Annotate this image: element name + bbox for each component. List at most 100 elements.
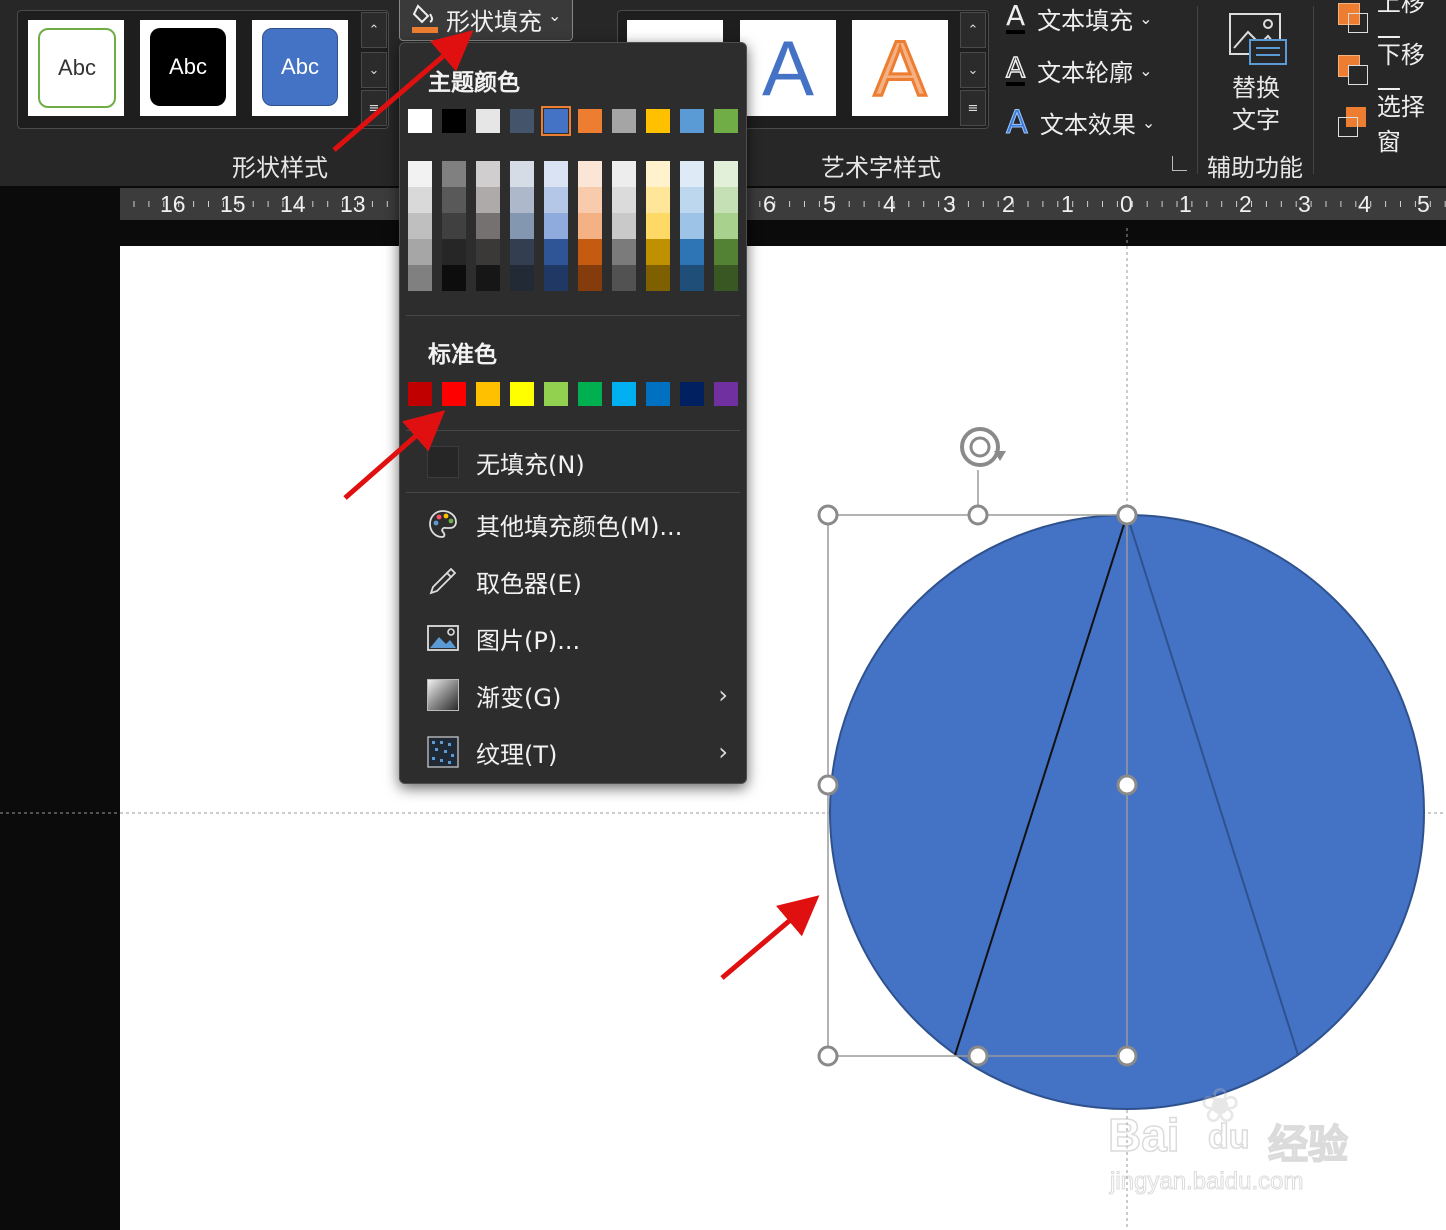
standard-color-swatch[interactable] — [476, 382, 500, 406]
theme-shade-swatch[interactable] — [510, 213, 534, 239]
theme-shade-swatch[interactable] — [680, 213, 704, 239]
gallery-down-button[interactable]: ⌄ — [361, 52, 387, 88]
standard-color-swatch[interactable] — [408, 382, 432, 406]
shape-fill-button[interactable]: 形状填充 ⌄ — [399, 0, 573, 41]
texture-label: 纹理(T) — [476, 740, 558, 769]
theme-shade-swatch[interactable] — [646, 187, 670, 213]
theme-color-swatch[interactable] — [612, 109, 636, 133]
theme-shade-swatch[interactable] — [578, 187, 602, 213]
theme-color-swatch[interactable] — [408, 109, 432, 133]
standard-color-swatch[interactable] — [544, 382, 568, 406]
theme-shade-swatch[interactable] — [476, 265, 500, 291]
text-fill-button[interactable]: A 文本填充 ⌄ — [1006, 0, 1153, 36]
theme-shade-swatch[interactable] — [476, 239, 500, 265]
theme-shade-swatch[interactable] — [714, 161, 738, 187]
wordart-more-button[interactable]: ≡ — [960, 90, 986, 126]
shape-style-label: Abc — [38, 28, 116, 108]
gradient-item[interactable]: 渐变(G) › — [400, 670, 746, 720]
theme-shade-swatch[interactable] — [578, 239, 602, 265]
theme-shade-swatch[interactable] — [646, 161, 670, 187]
theme-shade-swatch[interactable] — [408, 239, 432, 265]
theme-color-swatch[interactable] — [714, 109, 738, 133]
theme-shade-swatch[interactable] — [578, 161, 602, 187]
text-effects-button[interactable]: A 文本效果 ⌄ — [1006, 104, 1156, 140]
shape-style-tile-2[interactable]: Abc — [140, 20, 236, 116]
selection-pane-button[interactable]: 选择窗 — [1338, 93, 1446, 156]
shape-style-tile-3[interactable]: Abc — [252, 20, 348, 116]
text-outline-button[interactable]: A 文本轮廓 ⌄ — [1005, 52, 1152, 88]
accessibility-group-label: 辅助功能 — [1207, 154, 1303, 182]
theme-shade-swatch[interactable] — [680, 239, 704, 265]
alt-text-button[interactable]: 替换 文字 — [1214, 6, 1302, 134]
theme-shade-swatch[interactable] — [442, 213, 466, 239]
more-fill-colors-item[interactable]: 其他填充颜色(M)... — [400, 499, 746, 549]
theme-shade-swatch[interactable] — [442, 265, 466, 291]
send-backward-button[interactable]: 下移一 — [1338, 41, 1446, 104]
theme-shade-swatch[interactable] — [578, 265, 602, 291]
standard-color-swatch[interactable] — [646, 382, 670, 406]
wordart-tile-2[interactable]: A — [740, 20, 836, 116]
standard-color-swatch[interactable] — [680, 382, 704, 406]
theme-shade-swatch[interactable] — [544, 187, 568, 213]
theme-shade-swatch[interactable] — [544, 239, 568, 265]
theme-shade-swatch[interactable] — [646, 213, 670, 239]
theme-shade-swatch[interactable] — [476, 187, 500, 213]
theme-shade-swatch[interactable] — [612, 213, 636, 239]
theme-shade-swatch[interactable] — [578, 213, 602, 239]
theme-shade-swatch[interactable] — [714, 213, 738, 239]
no-fill-item[interactable]: 无填充(N) — [400, 437, 746, 487]
theme-shade-swatch[interactable] — [408, 213, 432, 239]
theme-shade-swatch[interactable] — [442, 161, 466, 187]
gallery-up-button[interactable]: ⌃ — [361, 12, 387, 48]
theme-shade-swatch[interactable] — [442, 187, 466, 213]
gallery-more-button[interactable]: ≡ — [361, 90, 387, 126]
wordart-up-button[interactable]: ⌃ — [960, 12, 986, 48]
theme-shade-swatch[interactable] — [612, 187, 636, 213]
eyedropper-item[interactable]: 取色器(E) — [400, 556, 746, 606]
theme-shade-swatch[interactable] — [646, 239, 670, 265]
theme-shade-swatch[interactable] — [510, 187, 534, 213]
theme-shade-swatch[interactable] — [646, 265, 670, 291]
theme-color-swatch[interactable] — [646, 109, 670, 133]
theme-shade-swatch[interactable] — [612, 161, 636, 187]
theme-shade-swatch[interactable] — [544, 213, 568, 239]
theme-shade-swatch[interactable] — [544, 265, 568, 291]
wordart-tile-3[interactable]: A — [852, 20, 948, 116]
theme-shade-swatch[interactable] — [680, 187, 704, 213]
standard-color-swatch[interactable] — [510, 382, 534, 406]
horizontal-ruler[interactable]: 16 15 14 13 6 5 4 3 2 1 0 1 2 3 4 5 — [120, 188, 1446, 220]
theme-color-swatch[interactable] — [578, 109, 602, 133]
theme-shade-swatch[interactable] — [476, 213, 500, 239]
theme-shade-swatch[interactable] — [714, 265, 738, 291]
theme-color-swatch[interactable] — [510, 109, 534, 133]
standard-color-swatch[interactable] — [714, 382, 738, 406]
theme-shade-swatch[interactable] — [680, 265, 704, 291]
theme-shade-swatch[interactable] — [442, 239, 466, 265]
theme-shade-swatch[interactable] — [714, 239, 738, 265]
theme-shade-swatch[interactable] — [408, 265, 432, 291]
theme-shade-swatch[interactable] — [544, 161, 568, 187]
texture-item[interactable]: 纹理(T) › — [400, 727, 746, 777]
theme-shade-swatch[interactable] — [510, 239, 534, 265]
theme-shade-swatch[interactable] — [408, 187, 432, 213]
theme-color-swatch[interactable] — [680, 109, 704, 133]
dialog-launcher-icon[interactable] — [1172, 156, 1187, 171]
theme-shade-swatch[interactable] — [612, 239, 636, 265]
standard-color-swatch[interactable] — [612, 382, 636, 406]
theme-shade-swatch[interactable] — [510, 265, 534, 291]
shape-style-tile-1[interactable]: Abc — [28, 20, 124, 116]
theme-shade-swatch[interactable] — [680, 161, 704, 187]
theme-color-swatch[interactable] — [476, 109, 500, 133]
standard-color-swatch[interactable] — [442, 382, 466, 406]
wordart-down-button[interactable]: ⌄ — [960, 52, 986, 88]
theme-shade-swatch[interactable] — [714, 187, 738, 213]
bring-forward-button[interactable]: 上移一 — [1338, 0, 1446, 52]
theme-shade-swatch[interactable] — [510, 161, 534, 187]
theme-shade-swatch[interactable] — [612, 265, 636, 291]
picture-item[interactable]: 图片(P)... — [400, 613, 746, 663]
theme-color-swatch[interactable] — [541, 106, 571, 136]
standard-color-swatch[interactable] — [578, 382, 602, 406]
theme-shade-swatch[interactable] — [476, 161, 500, 187]
theme-color-swatch[interactable] — [442, 109, 466, 133]
theme-shade-swatch[interactable] — [408, 161, 432, 187]
